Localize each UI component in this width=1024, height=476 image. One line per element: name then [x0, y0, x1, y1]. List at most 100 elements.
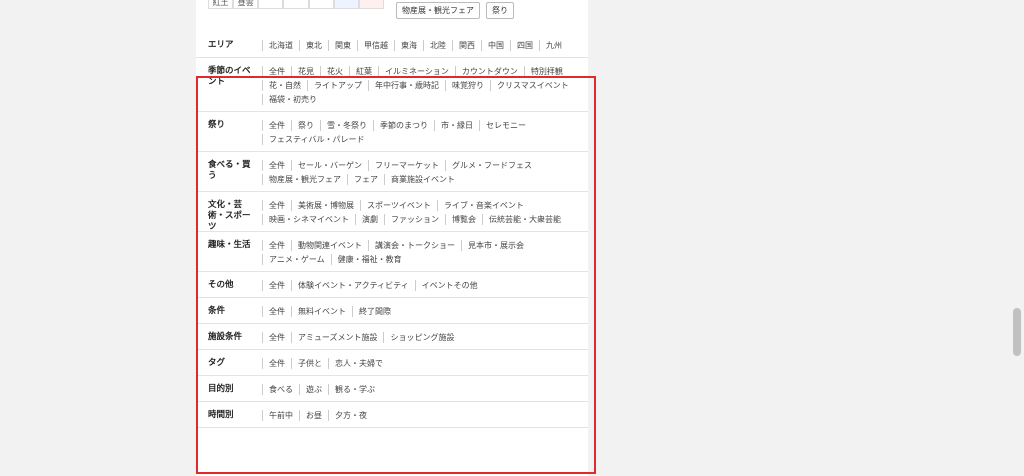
filter-link[interactable]: 見本市・展示会	[461, 240, 530, 251]
filter-link[interactable]: 食べる	[262, 384, 299, 395]
filter-link[interactable]: 季節のまつり	[373, 120, 434, 131]
filter-link[interactable]: 特別拝観	[523, 66, 569, 77]
filter-link[interactable]: 講演会・トークショー	[368, 240, 461, 251]
filter-link[interactable]: お昼	[299, 410, 328, 421]
filter-link[interactable]: 東海	[394, 40, 423, 51]
filter-rows: エリア 北海道 東北 関東 甲信越 東海 北陸 関西 中国 四国 九州 季節のイベント 全件 花見 花火 紅葉…	[196, 32, 588, 428]
filter-link[interactable]: 伝統芸能・大衆芸能	[482, 214, 567, 225]
filter-link[interactable]: イルミネーション	[378, 66, 455, 77]
filter-link[interactable]: 雪・冬祭り	[320, 120, 373, 131]
filter-link[interactable]: 関西	[452, 40, 481, 51]
filter-link[interactable]: 年中行事・歳時記	[368, 80, 445, 91]
filter-link[interactable]: 恋人・夫婦で	[328, 358, 389, 369]
filter-link[interactable]: グルメ・フードフェス	[445, 160, 538, 171]
filter-link[interactable]: 子供と	[291, 358, 328, 369]
filter-row: 季節のイベント 全件 花見 花火 紅葉 イルミネーション カウントダウン 特別拝観 花・自然 ライ…	[196, 58, 588, 112]
filter-link[interactable]: 花見	[291, 66, 320, 77]
filter-link[interactable]: 甲信越	[357, 40, 394, 51]
filter-row: 文化・芸術・スポーツ 全件 美術展・博物展 スポーツイベント ライブ・音楽イベント 映画・…	[196, 192, 588, 232]
filter-link[interactable]: スポーツイベント	[360, 200, 437, 211]
filter-link[interactable]: ライブ・音楽イベント	[436, 200, 530, 211]
filter-link[interactable]: 全件	[262, 358, 291, 369]
filter-link[interactable]: 中国	[481, 40, 510, 51]
filter-link[interactable]: セレモニー	[479, 120, 532, 131]
filter-link[interactable]: ショッピング施設	[383, 332, 460, 343]
filter-link[interactable]: 全件	[262, 66, 291, 77]
filter-link[interactable]: 福袋・初売り	[262, 94, 323, 105]
filter-row: エリア 北海道 東北 関東 甲信越 東海 北陸 関西 中国 四国 九州	[196, 32, 588, 58]
filter-row-label: 条件	[208, 306, 226, 316]
calendar-strip: 紅土 昼雲	[208, 0, 384, 9]
filter-link[interactable]: 全件	[262, 120, 291, 131]
calendar-cell[interactable]: 昼雲	[233, 0, 259, 9]
filter-link[interactable]: フェア	[347, 174, 384, 185]
filter-link[interactable]: 夕方・夜	[328, 410, 373, 421]
filter-link[interactable]: 全件	[262, 306, 291, 317]
filter-row-items: 北海道 東北 関東 甲信越 東海 北陸 関西 中国 四国 九州	[262, 40, 578, 51]
filter-link[interactable]: カウントダウン	[454, 66, 524, 77]
filter-link[interactable]: フェスティバル・パレード	[262, 134, 371, 145]
filter-link[interactable]: 東北	[299, 40, 328, 51]
filter-link[interactable]: 北海道	[262, 40, 299, 51]
scrollbar[interactable]	[1010, 0, 1024, 476]
filter-row-label: エリア	[208, 40, 234, 50]
filter-link[interactable]: 演劇	[355, 214, 384, 225]
filter-link[interactable]: クリスマスイベント	[490, 80, 575, 91]
filter-link[interactable]: 北陸	[423, 40, 452, 51]
selected-tag[interactable]: 物産展・観光フェア	[396, 2, 480, 19]
filter-link[interactable]: 紅葉	[349, 66, 378, 77]
filter-link[interactable]: 市・縁日	[434, 120, 479, 131]
filter-link[interactable]: 体験イベント・アクティビティ	[291, 280, 415, 291]
filter-link[interactable]: ライトアップ	[307, 80, 368, 91]
filter-link[interactable]: 関東	[328, 40, 357, 51]
filter-link[interactable]: 祭り	[291, 120, 320, 131]
filter-link[interactable]: イベントその他	[414, 280, 484, 291]
filter-link[interactable]: 全件	[262, 160, 291, 171]
filter-link[interactable]: 動物関連イベント	[291, 240, 368, 251]
filter-link[interactable]: フリーマーケット	[368, 160, 445, 171]
filter-row-label: 祭り	[208, 120, 226, 130]
filter-row: 目的別 食べる 遊ぶ 観る・学ぶ	[196, 376, 588, 402]
filter-row-label: 趣味・生活	[208, 240, 251, 250]
filter-row: タグ 全件 子供と 恋人・夫婦で	[196, 350, 588, 376]
calendar-cell[interactable]	[258, 0, 284, 9]
filter-link[interactable]: セール・バーゲン	[291, 160, 368, 171]
calendar-cell[interactable]	[358, 0, 384, 9]
filter-row: 条件 全件 無料イベント 終了間際	[196, 298, 588, 324]
filter-link[interactable]: ファッション	[384, 214, 445, 225]
filter-link[interactable]: 遊ぶ	[299, 384, 328, 395]
filter-link[interactable]: 全件	[262, 280, 291, 291]
filter-link[interactable]: 物産展・観光フェア	[262, 174, 347, 185]
filter-link[interactable]: 花火	[320, 66, 349, 77]
calendar-cell[interactable]	[308, 0, 334, 9]
calendar-cell[interactable]: 紅土	[208, 0, 234, 9]
filter-row: その他 全件 体験イベント・アクティビティ イベントその他	[196, 272, 588, 298]
filter-link[interactable]: アニメ・ゲーム	[262, 254, 331, 265]
filter-link[interactable]: 美術展・博物展	[291, 200, 360, 211]
filter-link[interactable]: 味覚狩り	[445, 80, 490, 91]
filter-link[interactable]: 九州	[539, 40, 568, 51]
filter-link[interactable]: 全件	[262, 332, 291, 343]
filter-link[interactable]: 午前中	[262, 410, 299, 421]
filter-link[interactable]: 花・自然	[262, 80, 307, 91]
filter-link[interactable]: 映画・シネマイベント	[262, 214, 355, 225]
filter-row-items: 全件 動物関連イベント 講演会・トークショー 見本市・展示会アニメ・ゲーム 健康・福祉・…	[262, 240, 578, 265]
calendar-cell[interactable]	[283, 0, 309, 9]
filter-link[interactable]: 商業施設イベント	[384, 174, 461, 185]
filter-row-items: 午前中 お昼 夕方・夜	[262, 410, 578, 421]
filter-link[interactable]: 博覧会	[445, 214, 482, 225]
calendar-cell[interactable]	[333, 0, 359, 9]
filter-link[interactable]: 終了間際	[352, 306, 397, 317]
filter-link[interactable]: 健康・福祉・教育	[330, 254, 408, 265]
filter-link[interactable]: 全件	[262, 240, 291, 251]
selected-tag[interactable]: 祭り	[486, 2, 514, 19]
filter-link[interactable]: アミューズメント施設	[291, 332, 383, 343]
filter-row-label: 食べる・買う	[208, 160, 251, 181]
filter-link[interactable]: 四国	[510, 40, 539, 51]
scrollbar-thumb[interactable]	[1013, 308, 1021, 356]
filter-link[interactable]: 観る・学ぶ	[328, 384, 381, 395]
filter-row: 施設条件 全件 アミューズメント施設 ショッピング施設	[196, 324, 588, 350]
filter-link[interactable]: 無料イベント	[291, 306, 352, 317]
filter-row: 祭り 全件 祭り 雪・冬祭り 季節のまつり 市・縁日 セレモニー フェスティバル・パレード	[196, 112, 588, 152]
filter-link[interactable]: 全件	[262, 200, 291, 211]
